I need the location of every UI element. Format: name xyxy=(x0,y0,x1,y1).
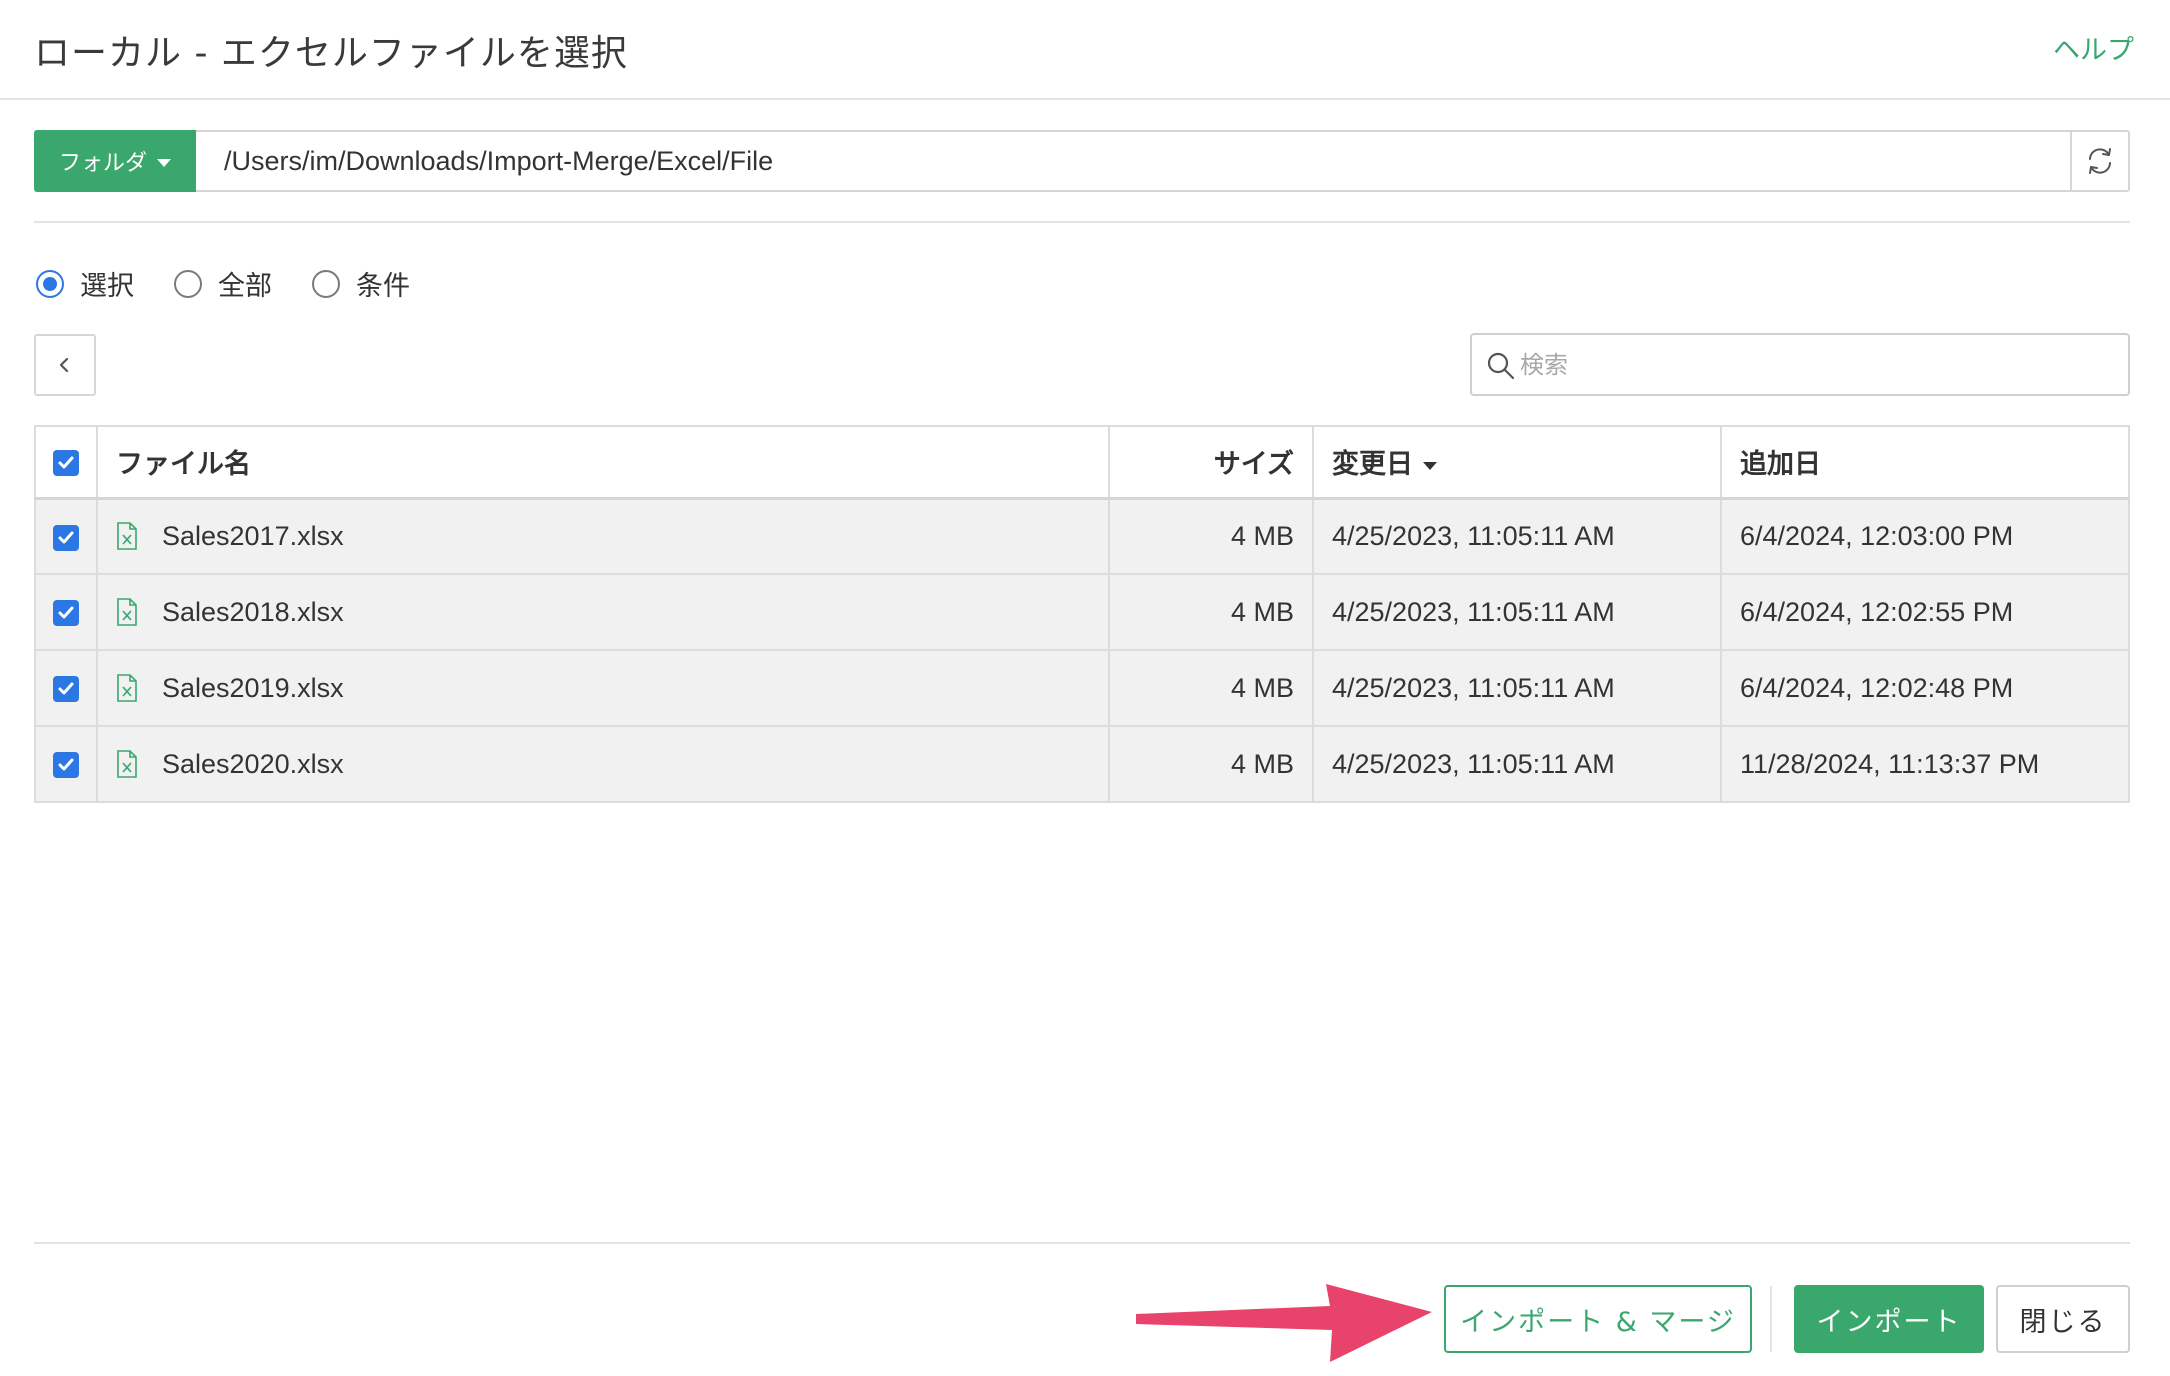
radio-button[interactable] xyxy=(312,269,340,298)
radio-select[interactable]: 選択 xyxy=(36,264,134,303)
excel-file-icon xyxy=(117,522,137,551)
import-button[interactable]: インポート xyxy=(1794,1285,1984,1353)
folder-path-input[interactable] xyxy=(196,130,2070,192)
chevron-left-icon xyxy=(59,357,69,373)
column-header-label: 変更日 xyxy=(1332,449,1413,481)
dialog-title: ローカル - エクセルファイルを選択 xyxy=(34,33,628,74)
annotation-arrow-icon xyxy=(1136,1284,1432,1362)
footer-divider xyxy=(34,1242,2130,1244)
close-button[interactable]: 閉じる xyxy=(1996,1285,2130,1353)
file-added-date: 6/4/2024, 12:02:48 PM xyxy=(1721,650,2129,727)
file-name: Sales2019.xlsx xyxy=(162,672,344,703)
radio-label: 全部 xyxy=(218,271,272,302)
row-checkbox[interactable] xyxy=(53,752,79,779)
search-icon xyxy=(1487,352,1515,380)
file-name: Sales2018.xlsx xyxy=(162,596,344,627)
file-name: Sales2020.xlsx xyxy=(162,748,344,779)
table-row[interactable]: Sales2019.xlsx 4 MB 4/25/2023, 11:05:11 … xyxy=(35,650,2129,727)
selection-mode-group: 選択 全部 条件 xyxy=(36,264,410,303)
table-row[interactable]: Sales2017.xlsx 4 MB 4/25/2023, 11:05:11 … xyxy=(35,498,2129,575)
dialog-header: ローカル - エクセルファイルを選択 ヘルプ xyxy=(0,0,2170,100)
checkmark-icon xyxy=(58,682,74,695)
radio-condition[interactable]: 条件 xyxy=(312,264,410,303)
radio-button[interactable] xyxy=(174,269,202,298)
checkmark-icon xyxy=(58,456,74,469)
excel-file-icon xyxy=(117,750,137,778)
file-added-date: 6/4/2024, 12:03:00 PM xyxy=(1721,498,2129,575)
search-input[interactable] xyxy=(1520,341,2120,389)
file-modified-date: 4/25/2023, 11:05:11 AM xyxy=(1313,650,1722,727)
divider xyxy=(34,221,2130,223)
row-checkbox-cell xyxy=(35,650,98,727)
file-size: 4 MB xyxy=(1109,726,1314,803)
file-added-date: 6/4/2024, 12:02:55 PM xyxy=(1721,574,2129,651)
row-checkbox-cell xyxy=(35,498,98,575)
caret-down-icon xyxy=(157,159,171,167)
row-checkbox[interactable] xyxy=(53,676,79,703)
column-header-modified[interactable]: 変更日 xyxy=(1313,426,1722,500)
import-merge-button[interactable]: インポート & マージ xyxy=(1444,1285,1752,1353)
checkmark-icon xyxy=(58,531,74,544)
row-checkbox[interactable] xyxy=(53,524,79,551)
table-row[interactable]: Sales2018.xlsx 4 MB 4/25/2023, 11:05:11 … xyxy=(35,574,2129,651)
row-checkbox-cell xyxy=(35,574,98,651)
file-size: 4 MB xyxy=(1109,498,1314,575)
file-name: Sales2017.xlsx xyxy=(162,520,344,551)
file-modified-date: 4/25/2023, 11:05:11 AM xyxy=(1313,574,1722,651)
refresh-icon xyxy=(2089,148,2111,174)
back-button[interactable] xyxy=(34,334,96,396)
row-checkbox-cell xyxy=(35,726,98,803)
filename-cell: Sales2017.xlsx xyxy=(97,498,1110,575)
search-box[interactable] xyxy=(1470,333,2130,396)
file-size: 4 MB xyxy=(1109,574,1314,651)
table-header-row: ファイル名 サイズ 変更日 追加日 xyxy=(35,426,2129,500)
refresh-button[interactable] xyxy=(2070,130,2130,192)
folder-button-label: フォルダ xyxy=(58,150,147,175)
radio-button-checked[interactable] xyxy=(36,269,64,298)
checkmark-icon xyxy=(58,606,74,619)
sort-descending-icon xyxy=(1423,461,1437,470)
checkmark-icon xyxy=(58,758,74,771)
radio-label: 選択 xyxy=(80,271,134,302)
filename-cell: Sales2020.xlsx xyxy=(97,726,1110,803)
file-modified-date: 4/25/2023, 11:05:11 AM xyxy=(1313,726,1722,803)
table-row[interactable]: Sales2020.xlsx 4 MB 4/25/2023, 11:05:11 … xyxy=(35,726,2129,803)
excel-file-icon xyxy=(117,598,137,626)
path-bar: フォルダ xyxy=(34,130,2130,192)
button-separator xyxy=(1770,1286,1772,1352)
select-all-cell xyxy=(35,426,98,500)
row-checkbox[interactable] xyxy=(53,600,79,627)
column-header-added[interactable]: 追加日 xyxy=(1721,426,2129,500)
folder-dropdown-button[interactable]: フォルダ xyxy=(34,130,196,192)
file-table: ファイル名 サイズ 変更日 追加日 Sales2017.xlsx 4 MB 4/… xyxy=(34,425,2130,803)
filename-cell: Sales2019.xlsx xyxy=(97,650,1110,727)
file-added-date: 11/28/2024, 11:13:37 PM xyxy=(1721,726,2129,803)
column-header-size[interactable]: サイズ xyxy=(1109,426,1314,500)
help-link[interactable]: ヘルプ xyxy=(2053,28,2134,67)
filename-cell: Sales2018.xlsx xyxy=(97,574,1110,651)
file-modified-date: 4/25/2023, 11:05:11 AM xyxy=(1313,498,1722,575)
column-header-filename[interactable]: ファイル名 xyxy=(97,426,1110,500)
radio-label: 条件 xyxy=(356,271,410,302)
file-size: 4 MB xyxy=(1109,650,1314,727)
select-all-checkbox[interactable] xyxy=(53,449,79,476)
excel-file-icon xyxy=(117,674,137,702)
radio-all[interactable]: 全部 xyxy=(174,264,272,303)
